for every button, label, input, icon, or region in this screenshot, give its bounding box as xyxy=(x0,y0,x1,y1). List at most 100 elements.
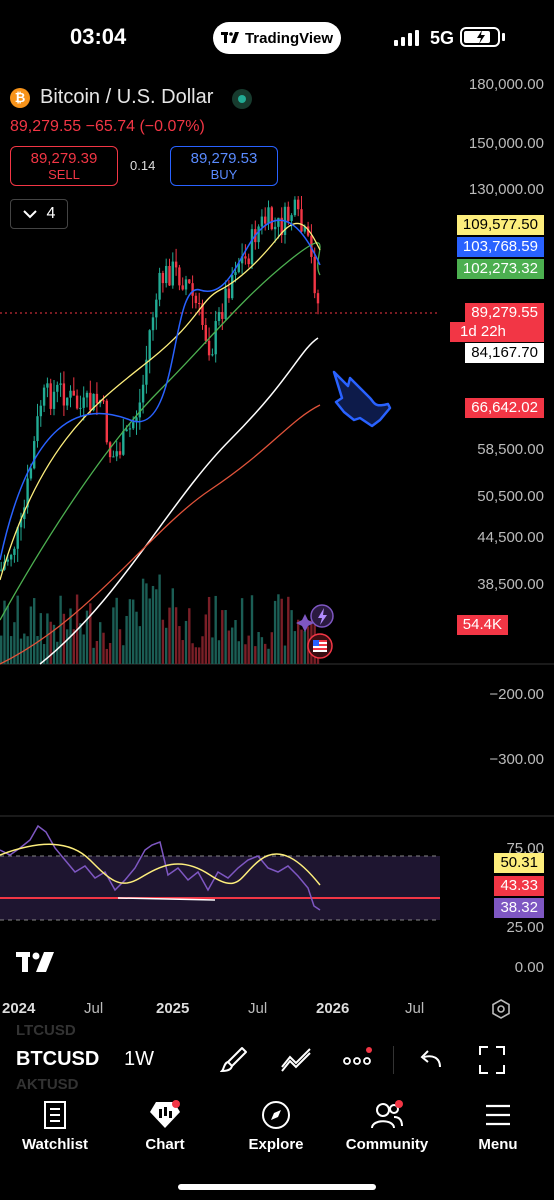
chart-canvas[interactable] xyxy=(0,60,554,1000)
candle xyxy=(227,288,231,299)
time-axis-label: Jul xyxy=(84,1000,104,1017)
candle xyxy=(234,272,237,276)
candle xyxy=(247,258,250,265)
axis-rsi-label: 25.00 xyxy=(506,919,544,936)
volume-bar xyxy=(125,615,128,664)
candle xyxy=(231,275,234,299)
chart-settings-icon[interactable] xyxy=(490,998,512,1020)
signal-icon xyxy=(394,30,419,46)
candle xyxy=(168,266,171,286)
axis-indicator-label: −300.00 xyxy=(489,751,544,768)
tab-chart-label: Chart xyxy=(145,1136,185,1153)
candle xyxy=(316,293,320,304)
toolbar-divider xyxy=(393,1046,394,1074)
candle xyxy=(141,384,145,403)
volume-bar xyxy=(227,630,231,664)
volume-bar xyxy=(145,583,148,664)
volume-bar xyxy=(171,588,174,664)
volume-bar xyxy=(29,606,33,664)
symbol-selector[interactable]: BTCUSD xyxy=(16,1048,99,1071)
volume-bar xyxy=(280,598,283,664)
volume-bar xyxy=(240,598,244,664)
tab-watchlist[interactable]: Watchlist xyxy=(0,1100,110,1153)
candle xyxy=(267,207,270,224)
candle xyxy=(273,226,277,230)
volume-bar xyxy=(247,635,250,664)
fullscreen-icon[interactable] xyxy=(478,1045,506,1075)
bitcoin-icon: ₿ xyxy=(10,88,30,108)
candle xyxy=(9,554,13,560)
brush-icon[interactable] xyxy=(220,1045,248,1075)
sell-button[interactable]: 89,279.39 SELL xyxy=(10,146,118,186)
app-pill-label: TradingView xyxy=(244,29,334,47)
volume-tag: 54.4K xyxy=(456,615,508,635)
time-axis-label: 2024 xyxy=(2,1000,36,1017)
status-time: 03:04 xyxy=(70,24,127,49)
candle xyxy=(204,325,207,341)
ma-red-tag: 66,642.02 xyxy=(465,398,544,418)
volume-bar xyxy=(231,627,234,664)
candle xyxy=(95,393,99,404)
volume-bar xyxy=(184,620,188,664)
volume-bar xyxy=(260,637,264,664)
volume-bar xyxy=(207,596,211,664)
spread-value: 0.14 xyxy=(130,158,156,173)
volume-bar xyxy=(49,621,52,664)
volume-bar xyxy=(188,608,191,664)
ma-blue-tag: 103,768.59 xyxy=(456,237,544,257)
volume-bar xyxy=(102,632,105,664)
rsi-band xyxy=(0,856,440,920)
volume-bar xyxy=(254,646,257,664)
volume-bar xyxy=(273,600,277,664)
candle xyxy=(128,428,132,430)
buy-button[interactable]: 89,279.53 BUY xyxy=(170,146,278,186)
candle xyxy=(224,288,227,319)
volume-bar xyxy=(135,611,138,664)
tradingview-watermark-icon xyxy=(16,952,54,972)
candle xyxy=(49,383,52,409)
timeframe-selector[interactable]: 1W xyxy=(124,1048,154,1071)
volume-bar xyxy=(300,629,303,664)
volume-bar xyxy=(287,596,290,664)
candle xyxy=(165,266,168,284)
candle xyxy=(297,199,300,210)
rsi-value-tag: 38.32 xyxy=(494,898,544,918)
volume-bar xyxy=(161,619,165,664)
candle xyxy=(82,397,85,408)
trend-line-icon[interactable] xyxy=(280,1045,312,1075)
more-tools-icon[interactable] xyxy=(342,1045,376,1075)
axis-price-label: 58,500.00 xyxy=(477,441,544,458)
candle xyxy=(122,431,125,455)
candles xyxy=(0,195,320,572)
volume-bar xyxy=(9,636,13,664)
buy-price: 89,279.53 xyxy=(190,150,258,167)
volume-bars xyxy=(0,574,320,664)
candle xyxy=(287,206,290,221)
candle xyxy=(102,400,105,402)
volume-bar xyxy=(297,619,300,664)
tab-explore[interactable]: Explore xyxy=(221,1100,331,1153)
indicators-toggle[interactable]: 4 xyxy=(10,199,68,229)
candle xyxy=(174,261,178,268)
app-pill[interactable]: TradingView xyxy=(213,22,341,54)
volume-bar xyxy=(158,574,161,664)
axis-price-label: 44,500.00 xyxy=(477,529,544,546)
tab-community-label: Community xyxy=(345,1136,429,1153)
undo-icon[interactable] xyxy=(418,1045,444,1075)
candle xyxy=(89,392,92,411)
tab-menu[interactable]: Menu xyxy=(443,1100,553,1153)
watchlist-prev-symbol[interactable]: LTCUSD xyxy=(16,1022,76,1039)
volume-bar xyxy=(234,620,237,664)
tab-chart[interactable]: Chart xyxy=(110,1100,220,1153)
volume-bar xyxy=(19,638,23,664)
ma-green-tag: 102,273.32 xyxy=(456,259,544,279)
symbol-title[interactable]: Bitcoin / U.S. Dollar xyxy=(40,86,213,109)
candle xyxy=(33,441,36,469)
watchlist-next-symbol[interactable]: AKTUSD xyxy=(16,1076,79,1093)
candle xyxy=(211,354,214,356)
tab-community[interactable]: Community xyxy=(332,1100,442,1153)
candle xyxy=(194,295,198,304)
volume-bar xyxy=(244,644,247,664)
volume-bar xyxy=(194,647,198,664)
volume-bar xyxy=(257,632,260,664)
